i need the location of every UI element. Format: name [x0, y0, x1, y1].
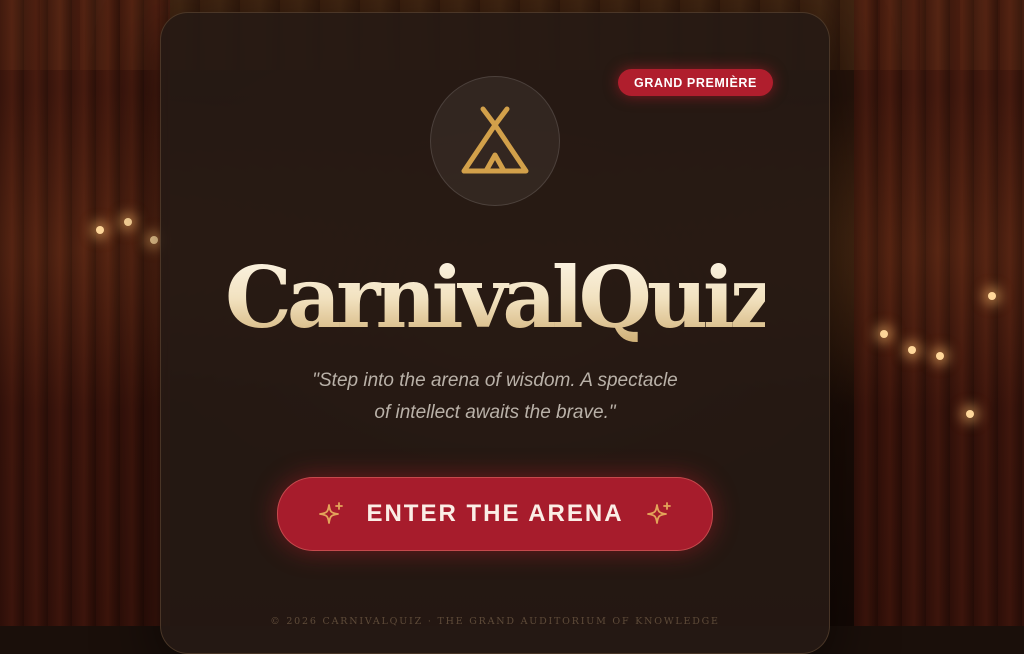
right-curtain [854, 0, 1024, 626]
tent-icon [461, 106, 529, 174]
lamp-light [988, 292, 996, 300]
lamp-light [936, 352, 944, 360]
left-curtain [0, 0, 170, 626]
enter-arena-label: ENTER THE ARENA [366, 500, 624, 527]
lamp-light [124, 218, 132, 226]
sparkle-icon [646, 502, 671, 524]
premiere-badge: GRAND PREMIÈRE [618, 69, 773, 96]
title-container: CarnivalQuiz [225, 243, 765, 353]
tagline: "Step into the arena of wisdom. A specta… [261, 365, 729, 429]
sparkle-icon [319, 502, 344, 524]
tagline-line-2: of intellect awaits the brave." [374, 402, 616, 423]
tagline-line-1: "Step into the arena of wisdom. A specta… [312, 370, 678, 391]
app-title: CarnivalQuiz [225, 243, 765, 353]
lamp-light [150, 236, 158, 244]
emblem [430, 76, 560, 206]
footer-copyright: © 2026 CARNIVALQUIZ · THE GRAND AUDITORI… [270, 616, 720, 627]
lamp-light [96, 226, 104, 234]
welcome-card: GRAND PREMIÈRE CarnivalQuiz "Step into t… [160, 12, 830, 654]
lamp-light [966, 410, 974, 418]
lamp-light [908, 346, 916, 354]
enter-arena-button[interactable]: ENTER THE ARENA [277, 477, 713, 551]
lamp-light [880, 330, 888, 338]
